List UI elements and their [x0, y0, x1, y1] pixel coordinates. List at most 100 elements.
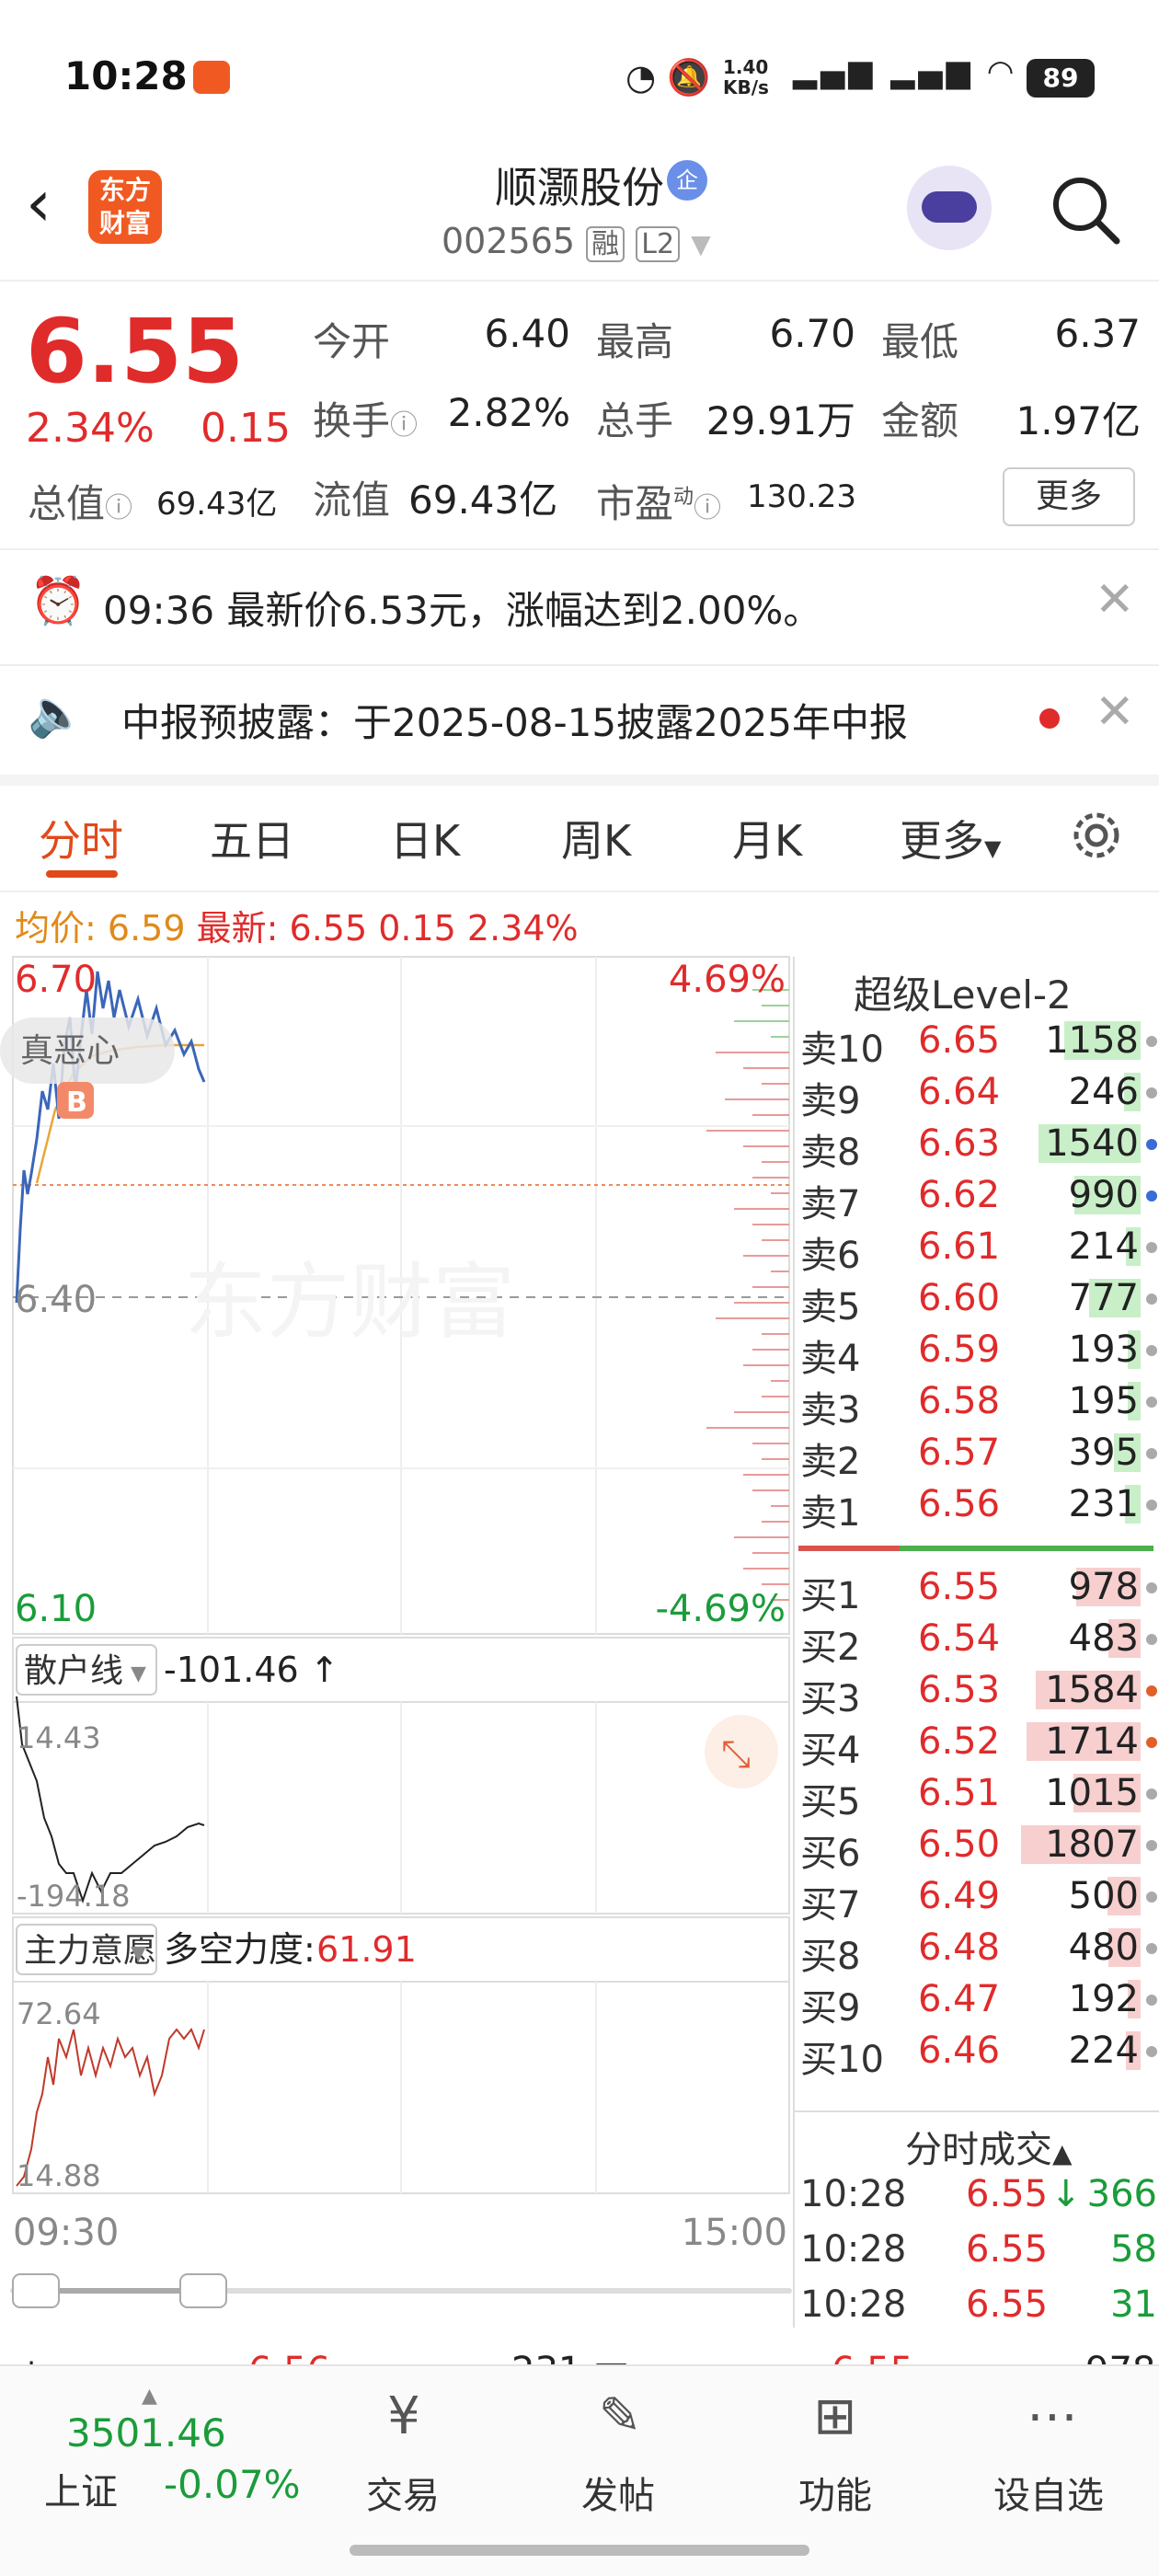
dropdown-caret-icon: ▼: [691, 229, 711, 259]
ask-row[interactable]: 卖10 6.65 1158: [795, 1018, 1159, 1071]
tick-row: 10:28 6.55 31: [795, 2283, 1159, 2335]
enterprise-badge: 企: [667, 160, 707, 201]
level-label: 卖4: [800, 1338, 861, 1380]
caret-down-icon: ▼: [984, 835, 1002, 861]
bid-row[interactable]: 买4 6.52 1714: [795, 1719, 1159, 1772]
level-price: 6.51: [918, 1772, 1001, 1814]
retail-label: 散户线: [24, 1652, 123, 1690]
intraday-chart[interactable]: 东方财富 6.70 6.40 6.10 4.69% -4.69% 真恶心 B 散…: [0, 953, 793, 2333]
level-price: 6.62: [918, 1174, 1001, 1216]
bid-row[interactable]: 买1 6.55 978: [795, 1564, 1159, 1617]
tick-time: 10:28: [800, 2283, 907, 2326]
time-start-label: 09:30: [13, 2212, 119, 2254]
amount-value: 1.97亿: [1016, 398, 1141, 443]
main-high-label: 72.64: [17, 1996, 101, 2031]
scroll-handle-left: [12, 2273, 60, 2308]
level-volume: 480: [1068, 1926, 1139, 1969]
level-label: 买2: [800, 1627, 861, 1669]
tick-time: 10:28: [800, 2228, 907, 2271]
margin-tag: 融: [586, 226, 625, 262]
level-price: 6.65: [918, 1019, 1001, 1062]
level2-title: 超级Level-2: [854, 972, 1072, 1018]
retail-value: -101.46 ↑: [164, 1650, 339, 1690]
bid-list: 买1 6.55 978 买2 6.54 483 买3 6.53 1584 买4 6.52 1714 买5…: [795, 1564, 1159, 2138]
bid-row[interactable]: 买5 6.51 1015: [795, 1770, 1159, 1823]
alarm-clock-icon: ⏰: [29, 574, 87, 627]
bid-row[interactable]: 买7 6.49 500: [795, 1873, 1159, 1926]
nav-trade[interactable]: 交易: [366, 2466, 440, 2519]
ask-row[interactable]: 卖1 6.56 231: [795, 1481, 1159, 1535]
bid-row[interactable]: 买8 6.48 480: [795, 1925, 1159, 1978]
avg-label: 均价:: [15, 908, 97, 949]
index-value[interactable]: 3501.46: [66, 2410, 226, 2455]
speaker-icon: 🔈: [28, 686, 86, 740]
bid-row[interactable]: 买3 6.53 1584: [795, 1667, 1159, 1720]
ask-row[interactable]: 卖9 6.64 246: [795, 1069, 1159, 1122]
level-price: 6.48: [918, 1926, 1001, 1969]
ask-row[interactable]: 卖6 6.61 214: [795, 1224, 1159, 1277]
bid-row[interactable]: 买10 6.46 224: [795, 2028, 1159, 2081]
tab-more[interactable]: 更多▼: [900, 808, 1001, 868]
level-label: 买3: [800, 1678, 861, 1720]
nav-watchlist[interactable]: 设自选: [993, 2466, 1104, 2519]
level-volume: 1015: [1045, 1772, 1139, 1814]
assistant-avatar[interactable]: [907, 166, 992, 250]
bid-row[interactable]: 买6 6.50 1807: [795, 1822, 1159, 1875]
index-change[interactable]: -0.07%: [164, 2462, 301, 2507]
stock-code-line[interactable]: 002565 融 L2 ▼: [442, 221, 711, 262]
level-dot: [1146, 1036, 1157, 1047]
level-price: 6.52: [918, 1720, 1001, 1763]
ask-row[interactable]: 卖4 6.59 193: [795, 1327, 1159, 1380]
last-price: 6.55: [26, 300, 244, 403]
ask-row[interactable]: 卖5 6.60 777: [795, 1275, 1159, 1328]
close-icon[interactable]: ✕: [1095, 572, 1135, 627]
expand-arrows-icon: ⤡: [721, 1733, 751, 1776]
level-label: 买10: [800, 2039, 884, 2081]
ask-row[interactable]: 卖3 6.58 195: [795, 1378, 1159, 1432]
tick-row: 10:28 6.55 58: [795, 2228, 1159, 2280]
ticks-title[interactable]: 分时成交▲: [905, 2120, 1073, 2173]
tab-weekly-k[interactable]: 周K: [561, 808, 631, 868]
level-price: 6.46: [918, 2030, 1001, 2072]
level-dot: [1146, 1892, 1157, 1903]
status-bar: 10:28 ◔ 🔕 1.40 KB/s ▂▄▆ ▂▄▆ ◠ ◠ 89: [0, 0, 1159, 156]
info-icon: ⓘ: [105, 492, 133, 524]
tab-intraday[interactable]: 分时: [39, 808, 123, 868]
level-volume: 1807: [1045, 1823, 1139, 1866]
tick-price: 6.55: [966, 2283, 1049, 2326]
speed-icon: ◔: [625, 57, 657, 98]
level-volume: 192: [1068, 1978, 1139, 2020]
trade-icon[interactable]: ¥: [364, 2386, 443, 2460]
post-edit-icon[interactable]: ✎: [583, 2386, 657, 2460]
close-icon[interactable]: ✕: [1095, 684, 1135, 740]
more-button[interactable]: 更多: [1003, 467, 1135, 526]
level-volume: 224: [1068, 2030, 1139, 2072]
level2-tag: L2: [636, 226, 681, 262]
level-label: 卖1: [800, 1492, 861, 1535]
level-label: 买4: [800, 1730, 861, 1772]
bid-row[interactable]: 买9 6.47 192: [795, 1976, 1159, 2030]
level-volume: 777: [1068, 1277, 1139, 1319]
level-dot: [1146, 1397, 1157, 1408]
functions-grid-icon[interactable]: ⊞: [798, 2386, 872, 2460]
search-icon[interactable]: [1049, 173, 1122, 247]
more-dots-icon[interactable]: ⋯: [1016, 2386, 1089, 2460]
tab-daily-k[interactable]: 日K: [390, 808, 460, 868]
ask-row[interactable]: 卖8 6.63 1540: [795, 1121, 1159, 1174]
ask-row[interactable]: 卖7 6.62 990: [795, 1172, 1159, 1225]
tab-five-day[interactable]: 五日: [210, 808, 294, 868]
bid-row[interactable]: 买2 6.54 483: [795, 1616, 1159, 1669]
level-label: 卖8: [800, 1132, 861, 1174]
nav-functions[interactable]: 功能: [798, 2466, 872, 2519]
settings-gear-icon[interactable]: [1067, 806, 1126, 865]
index-name[interactable]: 上证: [44, 2462, 118, 2515]
last-label: 最新:: [196, 908, 279, 949]
ask-row[interactable]: 卖2 6.57 395: [795, 1430, 1159, 1483]
level-label: 买6: [800, 1833, 861, 1875]
change-percent: 2.34%: [26, 405, 155, 452]
level-label: 卖7: [800, 1183, 861, 1225]
nav-post[interactable]: 发帖: [581, 2466, 655, 2519]
tab-monthly-k[interactable]: 月K: [732, 808, 802, 868]
tick-volume: 366: [1086, 2173, 1157, 2215]
tick-volume: 31: [1110, 2283, 1157, 2326]
